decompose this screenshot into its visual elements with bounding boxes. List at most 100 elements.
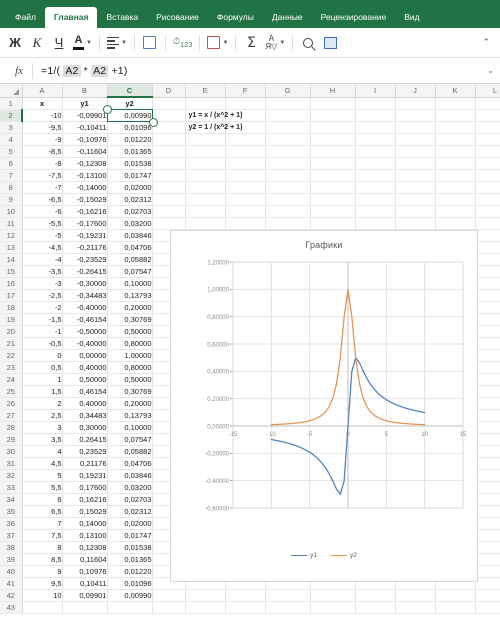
cell-C7[interactable]: 0,01747 <box>107 169 153 182</box>
table-row[interactable]: 3 -9,5 -0,10411 0,01096 y2 = 1 / (x^2 + 1) <box>0 121 500 134</box>
cell-A30[interactable]: 4 <box>22 445 63 458</box>
cell-E6[interactable] <box>185 157 226 170</box>
cell-G8[interactable] <box>265 181 311 194</box>
autosum-button[interactable]: Σ <box>240 30 262 56</box>
cell-L1[interactable] <box>475 97 500 110</box>
cell-C39[interactable]: 0,01365 <box>107 553 153 566</box>
cell-E3[interactable]: y2 = 1 / (x^2 + 1) <box>185 121 242 134</box>
table-row[interactable]: 42 10 0,09901 0,00990 <box>0 589 500 602</box>
cell-H5[interactable] <box>310 145 356 158</box>
cell-B9[interactable]: -0,15029 <box>62 193 108 206</box>
cell-A35[interactable]: 6,5 <box>22 505 63 518</box>
cell-E10[interactable] <box>185 205 226 218</box>
cell-C9[interactable]: 0,02312 <box>107 193 153 206</box>
cell-G1[interactable] <box>265 97 311 110</box>
cell-L8[interactable] <box>475 181 500 194</box>
cell-J1[interactable] <box>395 97 436 110</box>
cell-L31[interactable] <box>475 457 500 470</box>
cell-J6[interactable] <box>395 157 436 170</box>
cell-L4[interactable] <box>475 133 500 146</box>
cell-L18[interactable] <box>475 301 500 314</box>
cell-L9[interactable] <box>475 193 500 206</box>
cell-B40[interactable]: 0,10976 <box>62 565 108 578</box>
cell-E11[interactable] <box>185 217 226 230</box>
cell-C12[interactable]: 0,03846 <box>107 229 153 242</box>
cell-styles-button[interactable] <box>139 30 161 56</box>
selection-handle-top-left[interactable] <box>103 105 112 114</box>
cell-A23[interactable]: 0,5 <box>22 361 63 374</box>
cell-L29[interactable] <box>475 433 500 446</box>
cell-B19[interactable]: -0,46154 <box>62 313 108 326</box>
cell-K1[interactable] <box>435 97 476 110</box>
row-header-21[interactable]: 21 <box>0 337 23 350</box>
cell-J4[interactable] <box>395 133 436 146</box>
cell-A16[interactable]: -3 <box>22 277 63 290</box>
cell-D6[interactable] <box>152 157 186 170</box>
cell-C37[interactable]: 0,01747 <box>107 529 153 542</box>
table-row[interactable]: 7 -7,5 -0,13100 0,01747 <box>0 169 500 182</box>
cell-A9[interactable]: -6,5 <box>22 193 63 206</box>
table-row[interactable]: 8 -7 -0,14000 0,02000 <box>0 181 500 194</box>
cell-F6[interactable] <box>225 157 266 170</box>
cell-L11[interactable] <box>475 217 500 230</box>
row-header-16[interactable]: 16 <box>0 277 23 290</box>
cell-D7[interactable] <box>152 169 186 182</box>
cell-F43[interactable] <box>225 601 266 614</box>
cell-A15[interactable]: -3,5 <box>22 265 63 278</box>
table-row[interactable]: 5 -8,5 -0,11604 0,01365 <box>0 145 500 158</box>
table-row[interactable]: 6 -8 -0,12308 0,01538 <box>0 157 500 170</box>
cell-L17[interactable] <box>475 289 500 302</box>
cell-G3[interactable] <box>265 121 311 134</box>
cell-G6[interactable] <box>265 157 311 170</box>
cell-H1[interactable] <box>310 97 356 110</box>
cell-B13[interactable]: -0,21176 <box>62 241 108 254</box>
row-header-35[interactable]: 35 <box>0 505 23 518</box>
ribbon-tab-file[interactable]: Файл <box>6 7 45 28</box>
row-header-20[interactable]: 20 <box>0 325 23 338</box>
formula-input[interactable]: =1/( A2 * A2 +1) <box>41 64 128 77</box>
ribbon-tab-data[interactable]: Данные <box>263 7 312 28</box>
cell-C26[interactable]: 0,20000 <box>107 397 153 410</box>
row-header-22[interactable]: 22 <box>0 349 23 362</box>
cell-L25[interactable] <box>475 385 500 398</box>
cell-I7[interactable] <box>355 169 396 182</box>
cell-B12[interactable]: -0,19231 <box>62 229 108 242</box>
row-header-28[interactable]: 28 <box>0 421 23 434</box>
cell-E8[interactable] <box>185 181 226 194</box>
cell-A17[interactable]: -2,5 <box>22 289 63 302</box>
cell-B1[interactable]: y1 <box>62 97 108 110</box>
ribbon-tab-insert[interactable]: Вставка <box>97 7 147 28</box>
cell-A8[interactable]: -7 <box>22 181 63 194</box>
cell-F10[interactable] <box>225 205 266 218</box>
cell-I10[interactable] <box>355 205 396 218</box>
cell-A43[interactable] <box>22 601 63 614</box>
cell-C32[interactable]: 0,03846 <box>107 469 153 482</box>
cell-L28[interactable] <box>475 421 500 434</box>
cell-B4[interactable]: -0,10976 <box>62 133 108 146</box>
cell-E1[interactable] <box>185 97 226 110</box>
cell-B43[interactable] <box>62 601 108 614</box>
row-header-23[interactable]: 23 <box>0 361 23 374</box>
row-header-10[interactable]: 10 <box>0 205 23 218</box>
cell-B20[interactable]: -0,50000 <box>62 325 108 338</box>
cell-L38[interactable] <box>475 541 500 554</box>
cell-E43[interactable] <box>185 601 226 614</box>
align-button[interactable]: ▼ <box>104 30 130 56</box>
cell-G4[interactable] <box>265 133 311 146</box>
row-header-18[interactable]: 18 <box>0 301 23 314</box>
cell-L6[interactable] <box>475 157 500 170</box>
cell-C2[interactable]: 0,00990 <box>107 109 153 122</box>
cell-A6[interactable]: -8 <box>22 157 63 170</box>
cell-L16[interactable] <box>475 277 500 290</box>
cell-I11[interactable] <box>355 217 396 230</box>
find-button[interactable] <box>297 30 319 56</box>
cell-D5[interactable] <box>152 145 186 158</box>
cell-L2[interactable] <box>475 109 500 122</box>
column-header-k[interactable]: K <box>435 84 476 98</box>
cell-A33[interactable]: 5,5 <box>22 481 63 494</box>
cell-A34[interactable]: 6 <box>22 493 63 506</box>
cell-I6[interactable] <box>355 157 396 170</box>
cell-L15[interactable] <box>475 265 500 278</box>
cell-A27[interactable]: 2,5 <box>22 409 63 422</box>
cell-H4[interactable] <box>310 133 356 146</box>
